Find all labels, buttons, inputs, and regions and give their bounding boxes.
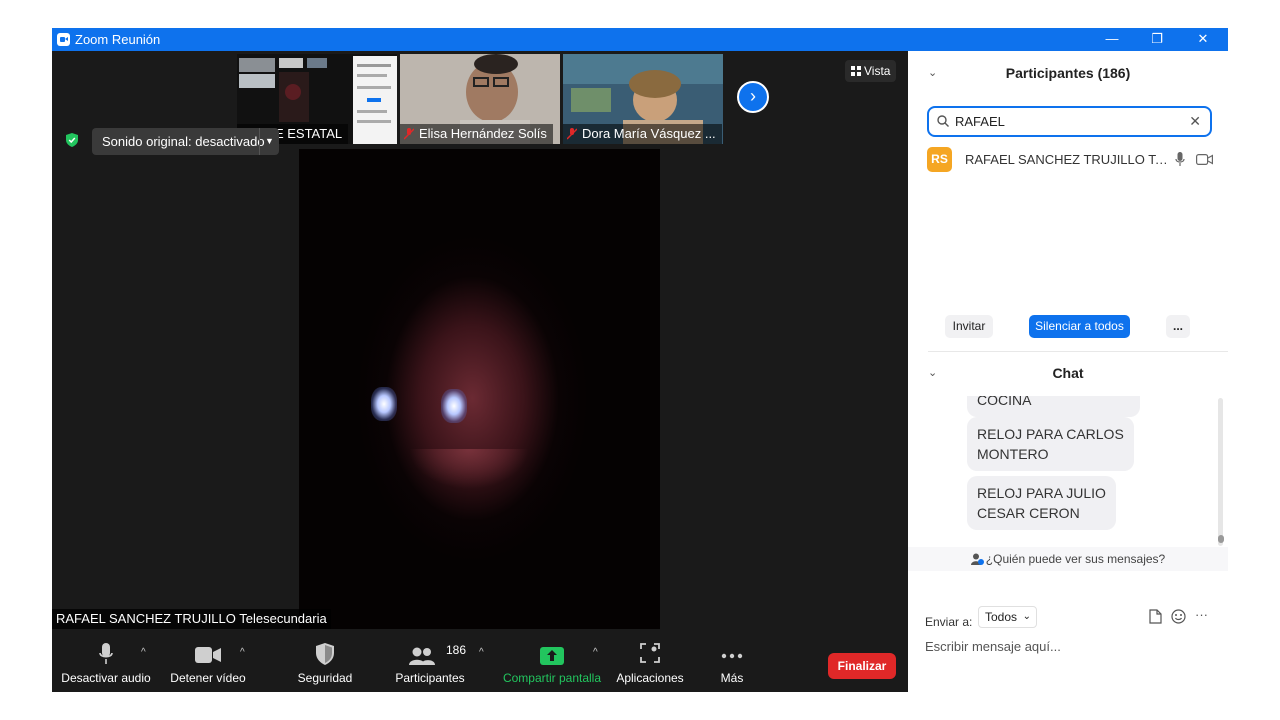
video-thumbnail-elisa[interactable]: Elisa Hernández Solís xyxy=(400,54,560,144)
next-page-button[interactable]: › xyxy=(737,81,769,113)
file-icon[interactable] xyxy=(1149,609,1162,624)
stop-video-button[interactable]: Detener vídeo xyxy=(166,629,250,692)
invite-button[interactable]: Invitar xyxy=(945,315,993,338)
video-area: SETSE ESTATAL Elisa Hernández Solís Dora… xyxy=(52,51,908,629)
chat-scrollbar-thumb[interactable] xyxy=(1218,535,1224,543)
participants-more-button[interactable]: ... xyxy=(1166,315,1190,338)
chat-message: COCINA xyxy=(967,396,1140,417)
security-shield-icon xyxy=(316,643,334,665)
chat-title: Chat xyxy=(1052,365,1084,381)
avatar: RS xyxy=(927,147,952,172)
participants-icon xyxy=(409,647,435,665)
muted-mic-icon xyxy=(567,128,577,140)
chat-header: ⌄ Chat xyxy=(908,359,1228,387)
person-info-icon xyxy=(970,553,984,565)
send-to-dropdown[interactable]: Todos ⌄ xyxy=(978,606,1037,628)
security-button[interactable]: Seguridad xyxy=(290,629,360,692)
send-to-label: Enviar a: xyxy=(925,615,973,629)
grid-icon xyxy=(851,66,861,76)
share-screen-button[interactable]: Compartir pantalla xyxy=(500,629,604,692)
more-options-button[interactable]: Más xyxy=(708,629,756,692)
chevron-down-icon[interactable]: ▼ xyxy=(259,128,279,155)
participants-options-caret-icon[interactable]: ^ xyxy=(479,647,484,658)
active-speaker-video xyxy=(299,149,660,629)
participant-list-item[interactable]: RS RAFAEL SANCHEZ TRUJILLO Teles... xyxy=(927,147,1217,173)
video-highlight xyxy=(441,389,467,423)
side-panel: ⌄ Participantes (186) RAFAEL ✕ RS RAFAEL… xyxy=(908,51,1228,692)
collapse-chat-chevron-icon[interactable]: ⌄ xyxy=(928,359,937,387)
microphone-icon[interactable] xyxy=(1175,152,1185,167)
video-highlight xyxy=(371,387,397,421)
search-icon xyxy=(937,115,949,127)
participants-header: ⌄ Participantes (186) xyxy=(908,59,1228,87)
who-can-see-messages-link[interactable]: ¿Quién puede ver sus mensajes? xyxy=(908,547,1228,571)
meeting-toolbar: Desactivar audio ^ Detener vídeo ^ Segur… xyxy=(52,629,908,692)
encryption-shield-icon[interactable] xyxy=(66,133,78,147)
chat-scrollbar[interactable] xyxy=(1218,398,1223,546)
apps-button[interactable]: Aplicaciones xyxy=(612,629,688,692)
video-options-caret-icon[interactable]: ^ xyxy=(240,647,245,658)
video-thumbnail-dora[interactable]: Dora María Vásquez ... xyxy=(563,54,723,144)
share-options-caret-icon[interactable]: ^ xyxy=(593,647,598,658)
mute-all-button[interactable]: Silenciar a todos xyxy=(1029,315,1130,338)
chat-message-input[interactable] xyxy=(925,634,1215,658)
more-dots-icon xyxy=(721,653,743,659)
panel-divider xyxy=(928,351,1228,352)
microphone-icon xyxy=(99,643,113,664)
window-title: Zoom Reunión xyxy=(75,32,161,47)
minimize-button[interactable]: — xyxy=(1089,28,1135,51)
thumbnail-name: Elisa Hernández Solís xyxy=(400,124,553,144)
apps-icon xyxy=(640,643,660,663)
maximize-button[interactable]: ❐ xyxy=(1134,28,1180,51)
chat-message: RELOJ PARA JULIO CESAR CERON xyxy=(967,476,1116,530)
emoji-icon[interactable] xyxy=(1171,609,1186,624)
participants-count: 186 xyxy=(446,643,467,657)
video-camera-icon[interactable] xyxy=(1196,154,1213,165)
mute-audio-button[interactable]: Desactivar audio xyxy=(60,629,152,692)
search-input-value[interactable]: RAFAEL xyxy=(955,114,1005,129)
chevron-down-icon: ⌄ xyxy=(1022,611,1031,622)
chat-more-icon[interactable]: ··· xyxy=(1195,607,1208,622)
video-camera-icon xyxy=(195,647,221,663)
thumbnail-name: Dora María Vásquez ... xyxy=(563,124,722,144)
active-speaker-name: RAFAEL SANCHEZ TRUJILLO Telesecundaria xyxy=(52,609,331,629)
clear-search-icon[interactable]: ✕ xyxy=(1189,108,1201,135)
share-screen-icon xyxy=(540,647,564,665)
close-button[interactable]: ✕ xyxy=(1180,28,1226,51)
original-sound-toggle[interactable]: Sonido original: desactivado ▼ xyxy=(92,128,279,155)
original-sound-label: Sonido original: desactivado xyxy=(102,134,265,149)
chat-messages[interactable]: COCINA RELOJ PARA CARLOS MONTERO RELOJ P… xyxy=(908,396,1228,546)
chat-message: RELOJ PARA CARLOS MONTERO xyxy=(967,417,1134,471)
video-shadow xyxy=(409,449,529,489)
participant-search-box[interactable]: RAFAEL ✕ xyxy=(927,106,1212,137)
title-bar: Zoom Reunión — ❐ ✕ xyxy=(52,28,1228,51)
zoom-logo-icon xyxy=(57,33,70,46)
zoom-window: Zoom Reunión — ❐ ✕ SETSE ESTATAL Elisa H… xyxy=(52,28,1228,692)
view-button[interactable]: Vista xyxy=(845,60,897,82)
audio-options-caret-icon[interactable]: ^ xyxy=(141,647,146,658)
participants-button[interactable]: 186 Participantes xyxy=(390,629,470,692)
end-meeting-button[interactable]: Finalizar xyxy=(828,653,896,679)
chevron-right-icon: › xyxy=(750,86,756,106)
muted-mic-icon xyxy=(404,128,414,140)
participant-name: RAFAEL SANCHEZ TRUJILLO Teles... xyxy=(965,152,1170,167)
collapse-participants-chevron-icon[interactable]: ⌄ xyxy=(928,59,937,87)
participants-title: Participantes (186) xyxy=(1005,65,1131,81)
